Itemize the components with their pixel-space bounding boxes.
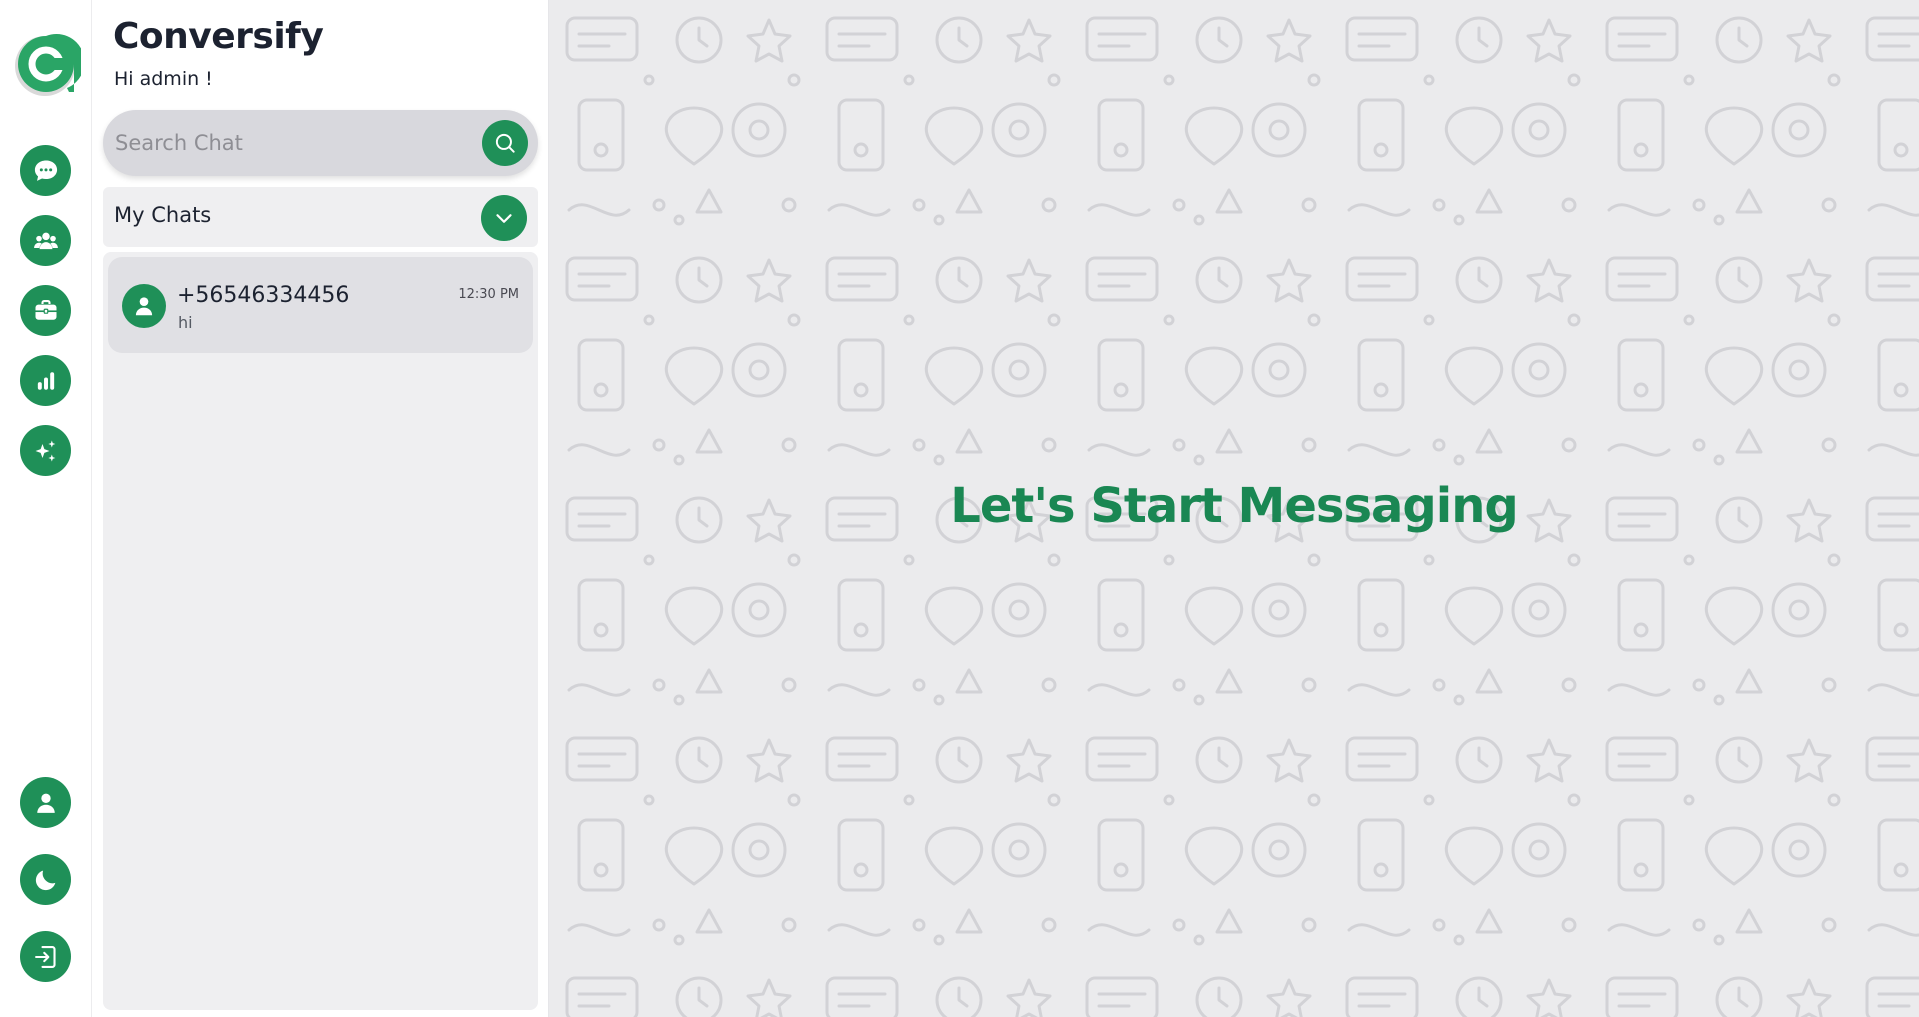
chat-last-message: hi bbox=[178, 313, 193, 332]
rail-theme-toggle[interactable] bbox=[20, 854, 71, 905]
chat-contact-name: +56546334456 bbox=[177, 283, 350, 308]
rail-chats-button[interactable] bbox=[20, 145, 71, 196]
chat-list-panel: Conversify Hi admin ! My Chats bbox=[92, 0, 549, 1017]
my-chats-label: My Chats bbox=[114, 203, 212, 227]
nav-rail bbox=[0, 0, 92, 1017]
person-icon bbox=[135, 297, 153, 316]
bar-chart-icon bbox=[37, 371, 54, 390]
chat-bubble-icon bbox=[34, 160, 57, 181]
moon-icon bbox=[35, 870, 55, 890]
logout-icon bbox=[34, 945, 56, 968]
user-greeting: Hi admin ! bbox=[114, 68, 213, 90]
group-icon bbox=[33, 232, 58, 249]
sparkles-icon bbox=[35, 440, 55, 461]
rail-logout-button[interactable] bbox=[20, 931, 71, 982]
chat-list-item[interactable]: +56546334456 12:30 PM hi bbox=[108, 257, 533, 353]
my-chats-toggle-button[interactable] bbox=[481, 195, 527, 241]
chat-list: +56546334456 12:30 PM hi bbox=[103, 252, 538, 1010]
rail-business-button[interactable] bbox=[20, 285, 71, 336]
search-bar bbox=[103, 110, 538, 176]
search-input[interactable] bbox=[113, 122, 473, 164]
logo-icon bbox=[15, 33, 85, 96]
chat-timestamp: 12:30 PM bbox=[458, 287, 519, 302]
rail-ai-button[interactable] bbox=[20, 425, 71, 476]
app-title: Conversify bbox=[113, 16, 324, 57]
welcome-headline: Let's Start Messaging bbox=[950, 478, 1519, 534]
my-chats-header[interactable]: My Chats bbox=[103, 187, 538, 247]
rail-analytics-button[interactable] bbox=[20, 355, 71, 406]
app-logo[interactable] bbox=[11, 30, 85, 100]
search-button[interactable] bbox=[482, 120, 528, 166]
rail-groups-button[interactable] bbox=[20, 215, 71, 266]
profile-icon bbox=[36, 793, 55, 813]
chevron-down-icon bbox=[496, 214, 512, 223]
search-icon bbox=[495, 133, 515, 153]
briefcase-icon bbox=[35, 299, 56, 320]
main-welcome-area: Let's Start Messaging bbox=[549, 0, 1919, 1017]
avatar bbox=[122, 284, 166, 328]
rail-profile-button[interactable] bbox=[20, 777, 71, 828]
